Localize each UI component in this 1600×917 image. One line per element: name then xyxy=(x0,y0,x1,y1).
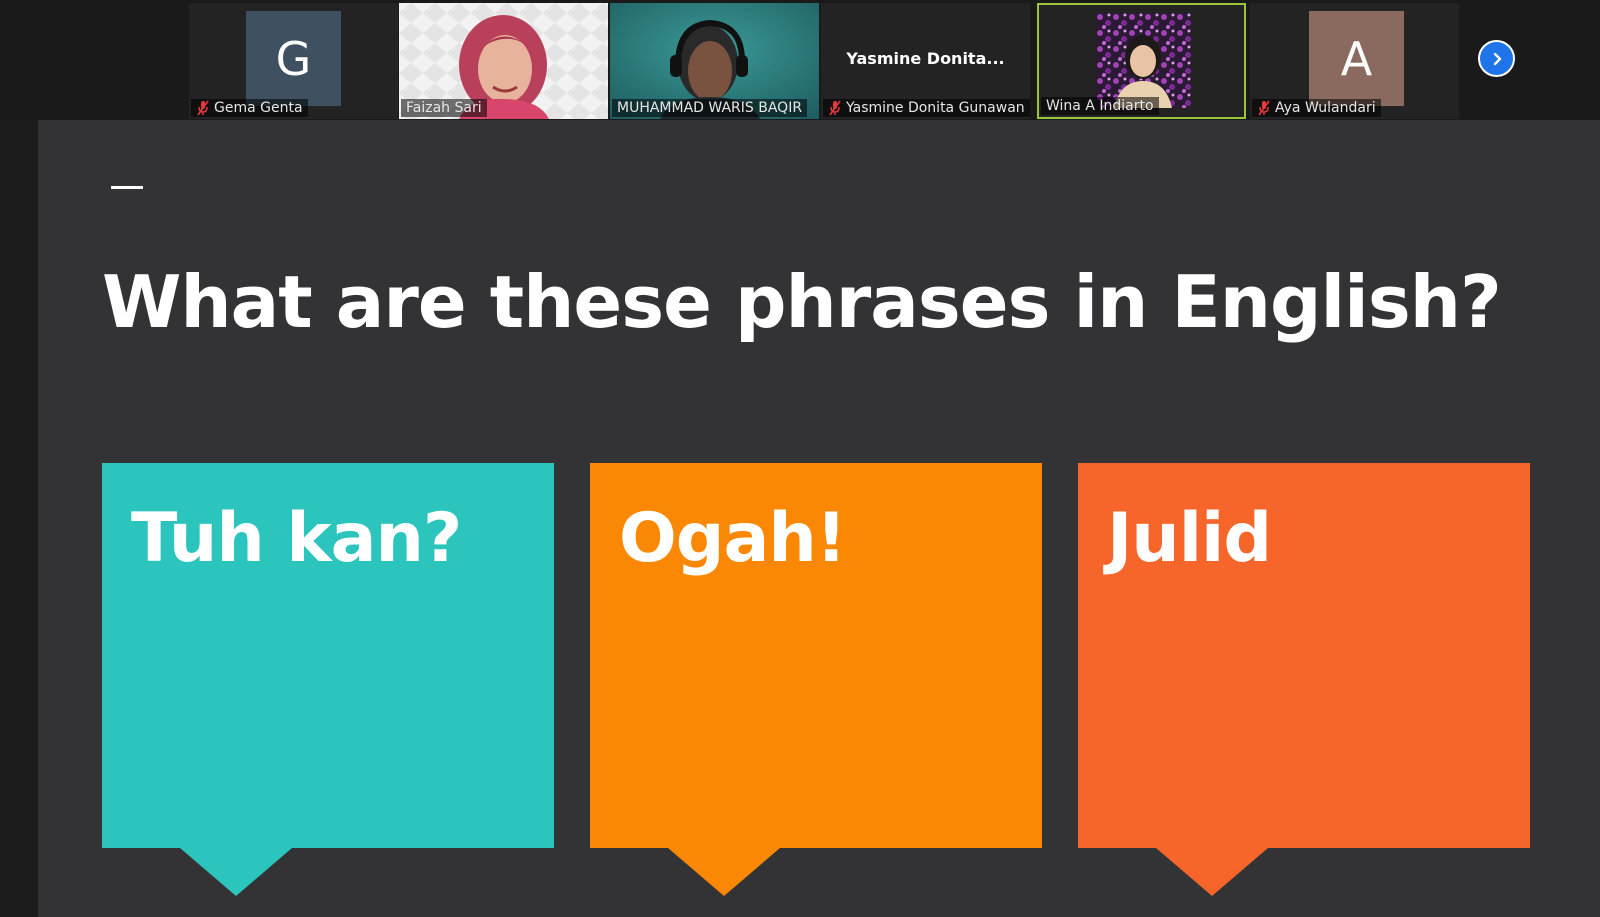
phrase-card-1: Tuh kan? xyxy=(102,463,554,896)
speech-bubble-tail xyxy=(180,848,292,896)
participant-tile-muhammad-waris-baqir[interactable]: MUHAMMAD WARIS BAQIR xyxy=(610,3,819,119)
participant-name: Yasmine Donita Gunawan xyxy=(846,100,1025,116)
participant-profile-photo xyxy=(1096,13,1191,108)
participant-tile-yasmine-donita-gunawan[interactable]: Yasmine Donita... Yasmine Donita Gunawan xyxy=(821,3,1030,119)
participant-tile-aya-wulandari[interactable]: A Aya Wulandari xyxy=(1250,3,1459,119)
participant-name-tag: Faizah Sari xyxy=(401,99,487,117)
participant-tile-gema-genta[interactable]: G Gema Genta xyxy=(189,3,398,119)
avatar-initial: G xyxy=(275,31,312,86)
participant-name-tag: Gema Genta xyxy=(191,99,308,117)
participant-tile-faizah-sari[interactable]: Faizah Sari xyxy=(399,3,608,119)
mic-muted-icon xyxy=(829,100,841,116)
participant-name: Wina A Indiarto xyxy=(1046,98,1154,114)
meeting-window: G Gema Genta Faizah Sari MUHAMMAD WARIS … xyxy=(0,0,1600,917)
phrase-card-label: Ogah! xyxy=(619,499,847,578)
shared-slide: What are these phrases in English? Tuh k… xyxy=(38,120,1600,917)
participant-strip: G Gema Genta Faizah Sari MUHAMMAD WARIS … xyxy=(0,0,1600,120)
avatar-initial: A xyxy=(1340,31,1373,86)
participant-display-name: Yasmine Donita... xyxy=(846,49,1005,68)
mic-muted-icon xyxy=(1258,100,1270,116)
participant-avatar: A xyxy=(1309,11,1404,106)
mic-muted-icon xyxy=(197,100,209,116)
participant-name-tag: MUHAMMAD WARIS BAQIR xyxy=(612,99,808,117)
slide-accent-dash xyxy=(111,186,143,189)
participant-tile-wina-a-indiarto[interactable]: Wina A Indiarto xyxy=(1037,3,1246,119)
slide-title: What are these phrases in English? xyxy=(102,260,1502,344)
next-participants-button[interactable] xyxy=(1478,40,1515,77)
participant-name: Aya Wulandari xyxy=(1275,100,1376,116)
speech-bubble-tail xyxy=(1156,848,1268,896)
participant-name-tag: Wina A Indiarto xyxy=(1041,97,1159,115)
participant-name-tag: Aya Wulandari xyxy=(1252,99,1381,117)
chevron-right-icon xyxy=(1493,52,1501,65)
participant-name: Gema Genta xyxy=(214,100,303,116)
participant-avatar: G xyxy=(246,11,341,106)
participant-name: Faizah Sari xyxy=(406,100,482,116)
phrase-card-3: Julid xyxy=(1078,463,1530,896)
phrase-card-2: Ogah! xyxy=(590,463,1042,896)
participant-name: MUHAMMAD WARIS BAQIR xyxy=(617,100,803,116)
phrase-card-label: Tuh kan? xyxy=(131,499,462,578)
speech-bubble-tail xyxy=(668,848,780,896)
phrase-card-label: Julid xyxy=(1107,499,1272,578)
participant-name-tag: Yasmine Donita Gunawan xyxy=(823,99,1030,117)
